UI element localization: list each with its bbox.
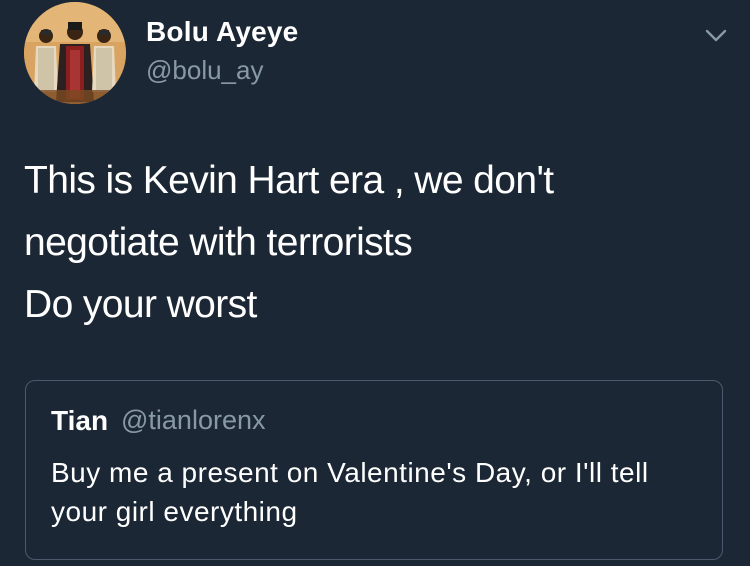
tweet: Bolu Ayeye @bolu_ay This is Kevin Hart e… bbox=[0, 0, 750, 566]
tweet-text-line: This is Kevin Hart era , we don't bbox=[24, 159, 554, 202]
author-handle[interactable]: @bolu_ay bbox=[146, 55, 263, 86]
tweet-text-line: Do your worst bbox=[24, 283, 257, 326]
quoted-tweet-card[interactable]: Tian @tianlorenx Buy me a present on Val… bbox=[25, 380, 723, 560]
tweet-text: This is Kevin Hart era , we don't negoti… bbox=[24, 150, 724, 336]
tweet-text-line: negotiate with terrorists bbox=[24, 221, 413, 264]
quoted-text-line: Buy me a present on Valentine's Day, or … bbox=[51, 457, 649, 488]
author-name[interactable]: Bolu Ayeye bbox=[146, 16, 298, 48]
quoted-text-line: your girl everything bbox=[51, 496, 298, 527]
quoted-tweet-text: Buy me a present on Valentine's Day, or … bbox=[51, 453, 711, 531]
chevron-down-icon[interactable] bbox=[700, 22, 732, 48]
quoted-author-handle: @tianlorenx bbox=[121, 405, 266, 435]
author-avatar[interactable] bbox=[24, 2, 126, 104]
quoted-author-name: Tian bbox=[51, 405, 109, 436]
avatar-photo-icon bbox=[24, 2, 126, 104]
